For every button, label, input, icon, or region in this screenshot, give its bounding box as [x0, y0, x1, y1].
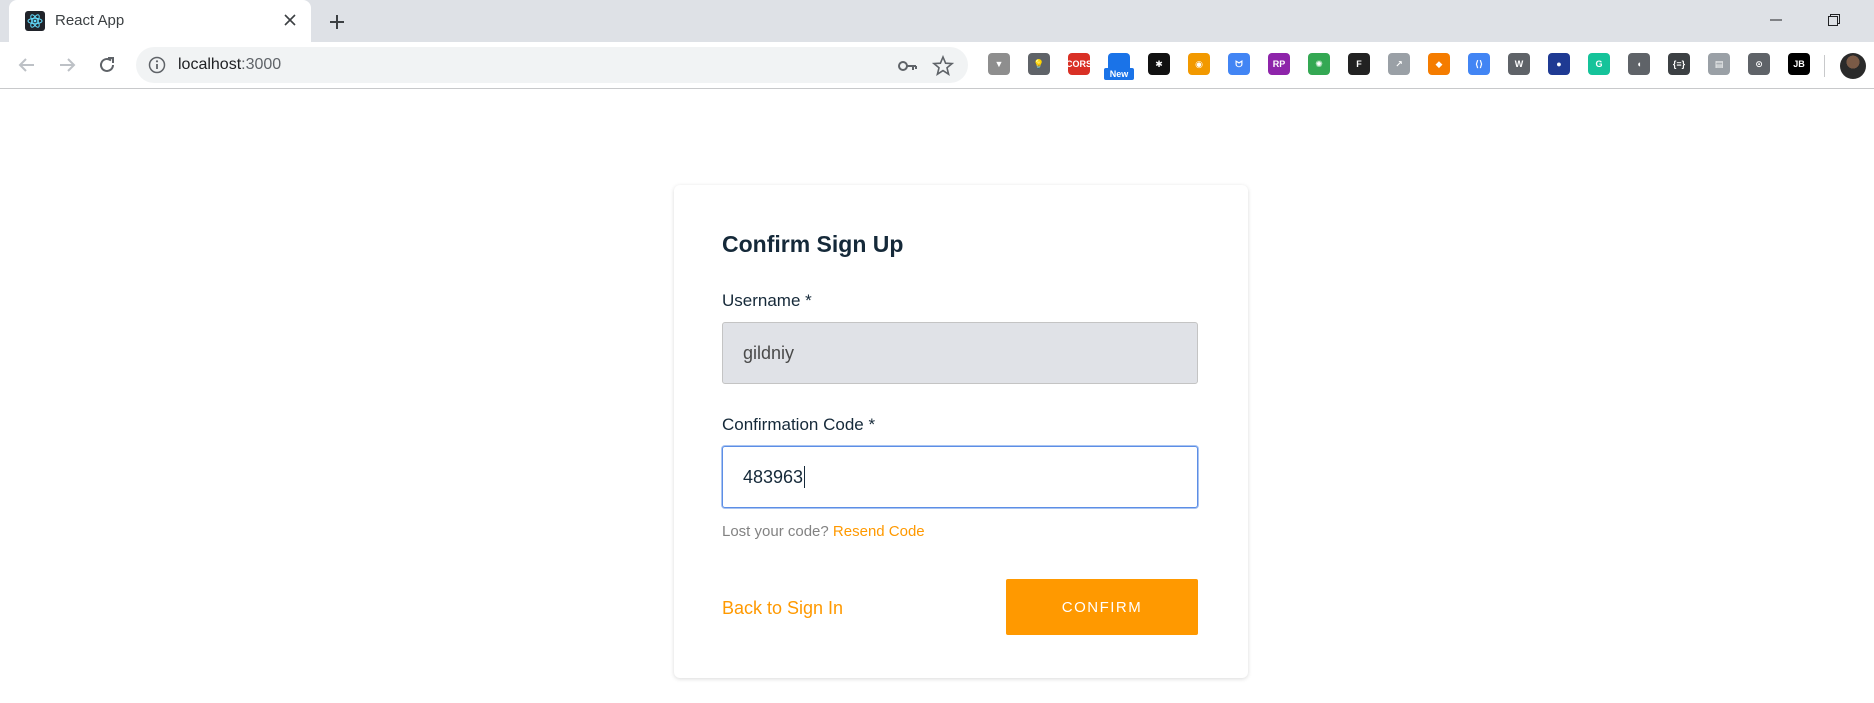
resend-code-link[interactable]: Resend Code [833, 523, 925, 540]
fox-icon[interactable]: ◆ [1428, 53, 1450, 75]
lightbulb-icon[interactable]: 💡 [1028, 53, 1050, 75]
wordpress-icon[interactable]: W [1508, 53, 1530, 75]
arrow-left-icon [18, 58, 34, 72]
cors-icon[interactable]: CORS [1066, 53, 1092, 75]
text-caret [804, 466, 806, 488]
eye-icon[interactable]: ◉ [1188, 53, 1210, 75]
confirm-button[interactable]: CONFIRM [1006, 579, 1198, 635]
color-picker-icon[interactable]: ✱ [1148, 53, 1170, 75]
plus-icon [330, 15, 344, 29]
username-value: gildniy [743, 342, 795, 363]
reload-button[interactable] [93, 51, 121, 79]
profile-avatar[interactable] [1840, 53, 1866, 79]
reload-icon [100, 57, 114, 72]
json-icon[interactable]: {≡} [1668, 53, 1690, 75]
restore-window-button[interactable] [1814, 6, 1854, 34]
new-tab-button[interactable] [322, 7, 352, 37]
confirmation-code-label: Confirmation Code * [722, 415, 876, 434]
toolbar-divider [1824, 55, 1825, 77]
color-wheel-icon[interactable]: ✺ [1308, 53, 1330, 75]
key-icon[interactable] [896, 55, 918, 77]
tab-strip: React App [0, 0, 1874, 42]
browser-toolbar: localhost:3000 ▼ 💡 CORS New ✱ ◉ ᗢ RP ✺ F ↗ ◆ ⟨⟩ W ● G ◖ {… [0, 42, 1874, 89]
url-text[interactable]: localhost:3000 [178, 56, 281, 74]
confirmation-code-field[interactable]: 483963 [722, 446, 1198, 508]
page-title: Confirm Sign Up [722, 231, 904, 257]
ufo-icon[interactable]: ᗢ [1228, 53, 1250, 75]
resend-hint: Lost your code? Resend Code [722, 523, 925, 540]
forward-button[interactable] [53, 51, 81, 79]
chart-icon[interactable]: ↗ [1388, 53, 1410, 75]
back-to-sign-in-link[interactable]: Back to Sign In [722, 598, 843, 619]
devtools-icon[interactable]: ⊙ [1748, 53, 1770, 75]
grammarly-icon[interactable]: G [1588, 53, 1610, 75]
new-badge: New [1104, 68, 1134, 80]
confirmation-code-value: 483963 [743, 466, 804, 487]
audio-icon[interactable]: ◖ [1628, 53, 1650, 75]
figma-icon[interactable]: F [1348, 53, 1370, 75]
restore-icon [1828, 14, 1840, 26]
react-logo-icon [25, 11, 45, 31]
document-icon[interactable]: ▤ [1708, 53, 1730, 75]
code-window-icon[interactable]: ⟨⟩ [1468, 53, 1490, 75]
rp-icon[interactable]: RP [1268, 53, 1290, 75]
url-port: :3000 [241, 56, 282, 73]
url-host: localhost [178, 56, 242, 73]
address-bar[interactable]: localhost:3000 [136, 47, 968, 83]
username-label: Username * [722, 291, 812, 310]
tab-close-icon[interactable] [279, 9, 301, 31]
confirm-signup-card: Confirm Sign Up Username * gildniy Confi… [674, 185, 1248, 678]
arrow-right-icon [60, 58, 76, 72]
tab-title: React App [55, 12, 125, 29]
minimize-window-button[interactable] [1756, 6, 1796, 34]
hint-text: Lost your code? [722, 523, 829, 540]
bookmark-star-icon[interactable] [932, 55, 954, 77]
username-field: gildniy [722, 322, 1198, 384]
browser-tab[interactable]: React App [9, 0, 311, 42]
info-icon[interactable] [148, 56, 166, 74]
minimize-icon [1770, 19, 1782, 21]
night-icon[interactable]: ● [1548, 53, 1570, 75]
jetbrains-icon[interactable]: JB [1788, 53, 1810, 75]
back-button[interactable] [13, 51, 41, 79]
vue-devtools-icon[interactable]: ▼ [988, 53, 1010, 75]
